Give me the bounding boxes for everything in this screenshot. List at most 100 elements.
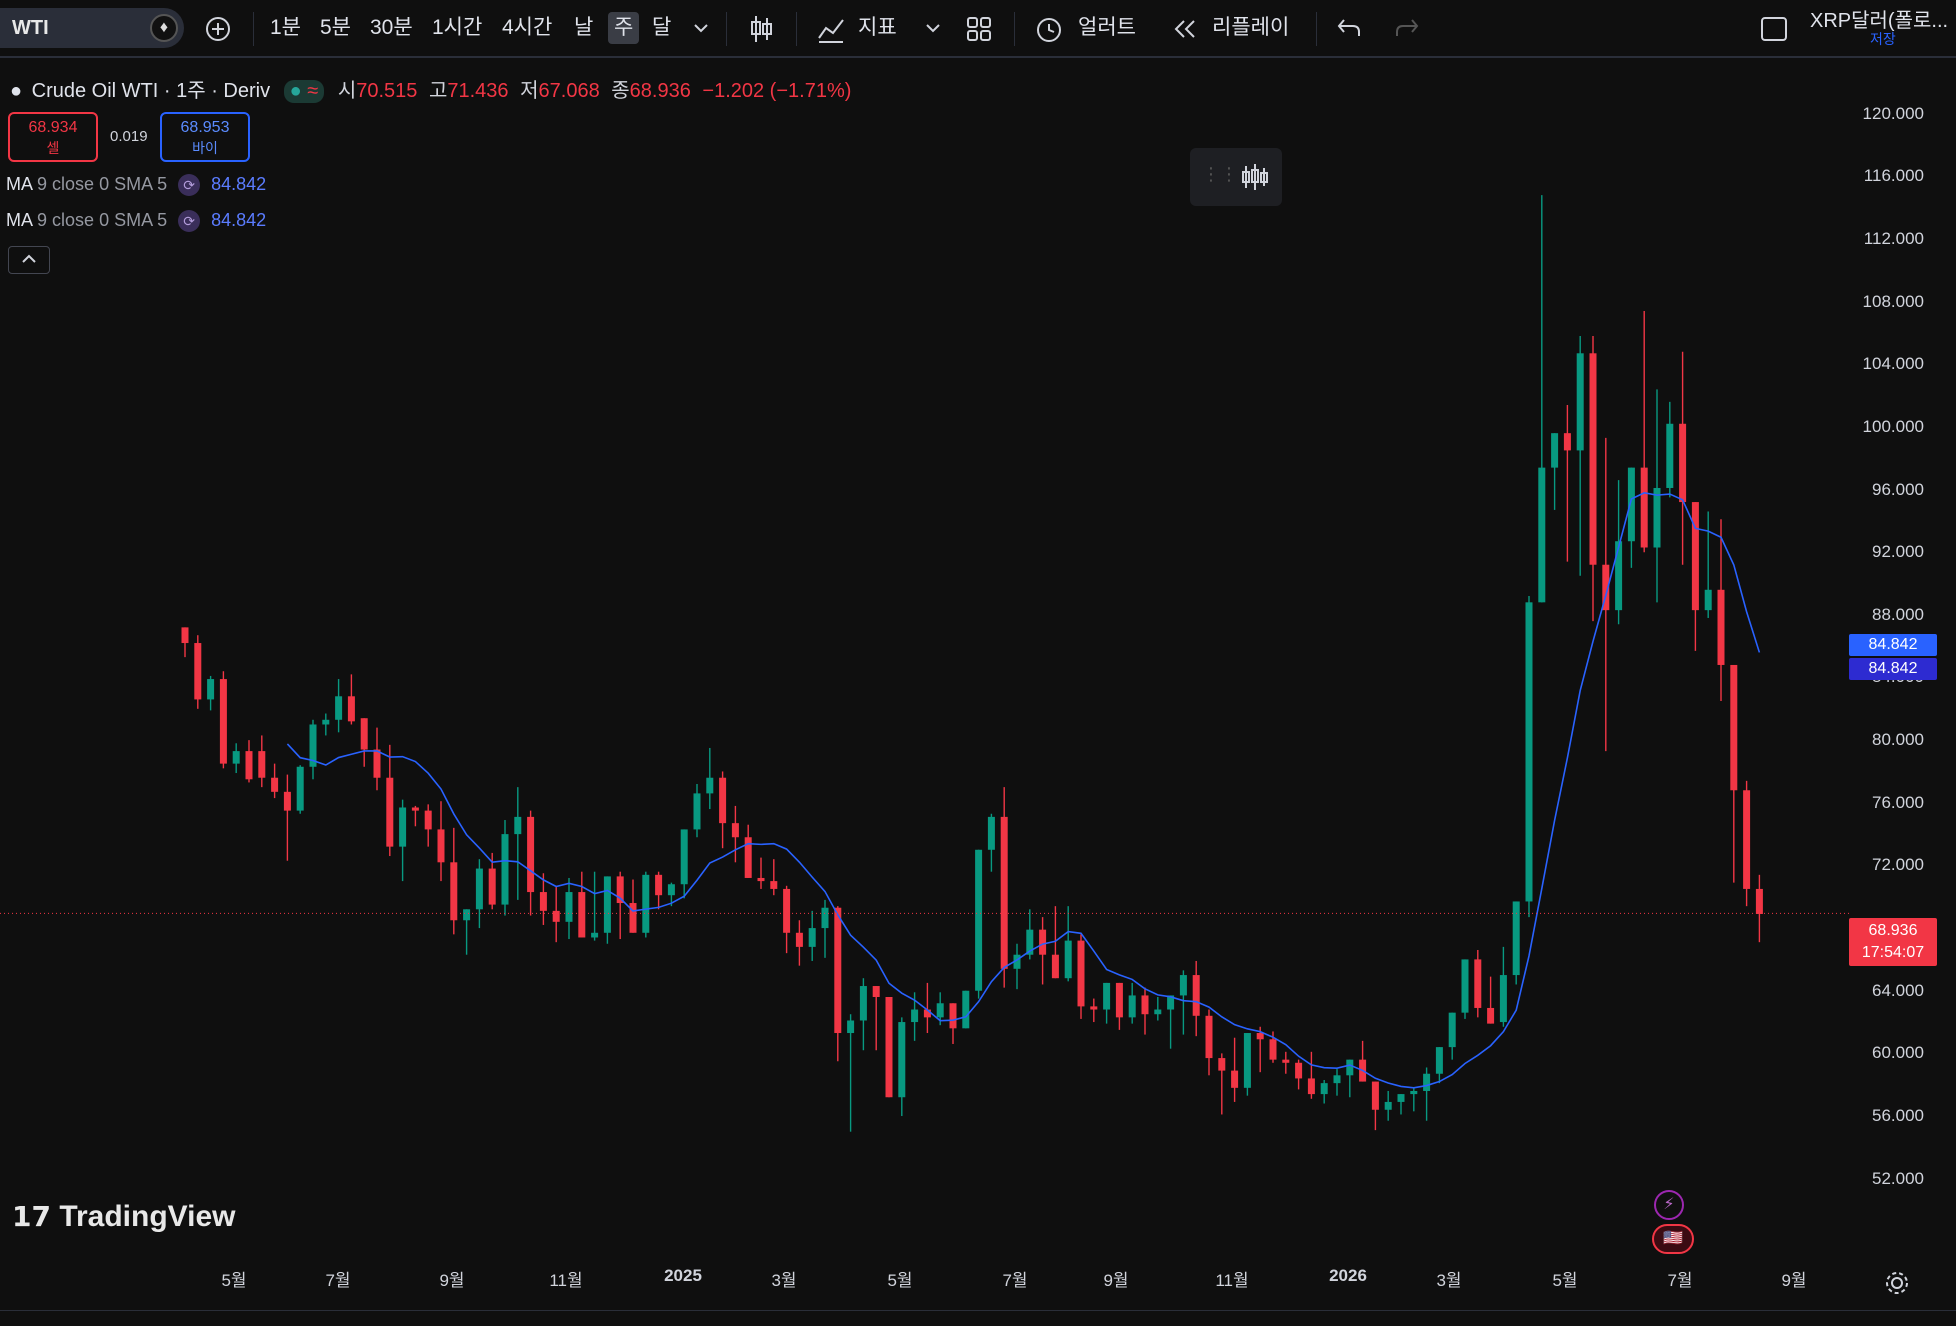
price-chart[interactable] [0,60,1956,1326]
candle [872,986,880,1051]
candle [1371,1081,1379,1131]
candle [1039,917,1047,985]
sell-price: 68.934 [28,119,78,136]
candle-body [1704,589,1712,611]
interval-5m[interactable]: 5분 [320,12,351,44]
candle-body [757,877,765,882]
time-axis-label: 5월 [221,1271,247,1290]
candlestick-type-icon[interactable] [1240,162,1270,192]
candle-body [1384,1101,1392,1110]
candle [1615,480,1623,625]
interval-30m[interactable]: 30분 [370,12,413,44]
candle [1743,780,1751,907]
candle-body [1000,816,1008,969]
ma-legend-2[interactable]: MA 9 close 0 SMA 5 ⟳ 84.842 [6,210,266,232]
candle-body [1231,1070,1239,1088]
candle [1307,1051,1315,1099]
candle-body [642,874,650,933]
tv-wordmark: TradingView [59,1200,236,1233]
candle-body [770,881,778,889]
undo-icon[interactable] [1336,16,1362,40]
chart-area[interactable]: ● Crude Oil WTI · 1주 · Deriv ● ≈ 시70.515… [0,60,1956,1326]
candle [1410,1087,1418,1112]
interval-1m[interactable]: 1분 [270,12,301,44]
indicators-button[interactable]: 지표 [858,12,897,44]
settings-gear-icon[interactable] [1884,1270,1910,1296]
candle [514,787,522,900]
candle-body [501,834,509,905]
candle [527,810,535,916]
time-axis-label: 9월 [439,1271,465,1290]
candle [1295,1059,1303,1090]
candle-body [667,884,675,896]
interval-1h[interactable]: 1시간 [432,12,482,44]
market-status-icon[interactable]: ● ≈ [283,80,325,103]
candle-body [1397,1094,1405,1102]
alert-clock-icon[interactable] [1034,14,1064,44]
candle-body [475,868,483,910]
price-axis-label: 52.000 [1872,1168,1924,1188]
lightning-event-icon[interactable]: ⚡ [1654,1190,1684,1220]
add-symbol-icon[interactable] [205,16,231,42]
interval-month[interactable]: 달 [652,12,671,44]
replay-icon[interactable] [1172,18,1198,40]
symbol-search[interactable]: WTI ♦ [0,8,184,48]
redo-icon[interactable] [1394,16,1420,40]
candle [283,774,291,861]
candle [1525,596,1533,918]
candle-body [1256,1033,1264,1040]
candle-body [450,862,458,921]
candle-body [1307,1078,1315,1095]
candle-body [552,910,560,922]
interval-day[interactable]: 날 [574,12,593,44]
interval-4h[interactable]: 4시간 [502,12,552,44]
replay-button[interactable]: 리플레이 [1212,12,1289,44]
sell-button[interactable]: 68.934 셀 [8,112,98,162]
buy-button[interactable]: 68.953 바이 [160,112,250,162]
candle [1423,1067,1431,1121]
indicators-icon[interactable] [816,14,846,44]
symbol-title[interactable]: Crude Oil WTI · 1주 · Deriv [32,80,270,102]
candle [437,801,445,882]
ma-legend-1[interactable]: MA 9 close 0 SMA 5 ⟳ 84.842 [6,174,266,196]
save-button[interactable]: 저장 [1870,30,1896,62]
interval-week[interactable]: 주 [608,12,640,44]
candle-body [693,793,701,830]
chevron-down-icon[interactable] [692,22,710,36]
candle-body [1589,353,1597,565]
top-toolbar: WTI ♦ 1분 5분 30분 1시간 4시간 날 주 달 지표 얼러트 리플레… [0,0,1956,58]
candle [962,990,970,1029]
candlestick-type-icon[interactable] [748,14,774,44]
candle [616,871,624,940]
candle-body [1538,467,1546,603]
us-flag-event-icon[interactable]: 🇺🇸 [1652,1224,1694,1254]
time-axis-label: 7월 [1002,1271,1028,1290]
candle [1256,1026,1264,1073]
refresh-icon[interactable]: ⟳ [178,174,201,196]
candle [1000,787,1008,988]
candle-body [1487,1007,1495,1024]
drag-handle-icon[interactable]: ⋮⋮ [1202,164,1238,185]
candle-body [245,751,253,780]
symbol-badge-icon[interactable]: ♦ [150,14,178,42]
candle-body [1090,1006,1098,1010]
candle-body [386,777,394,847]
floating-chart-toolbar[interactable]: ⋮⋮ [1190,148,1282,206]
candle-body [1717,589,1725,665]
candle-body [271,777,279,792]
candle-body [1141,995,1149,1015]
candle [706,747,714,810]
alert-button[interactable]: 얼러트 [1078,12,1136,44]
spread-value: 0.019 [110,128,148,145]
time-axis-label: 2025 [664,1266,702,1285]
fullscreen-checkbox-icon[interactable] [1760,16,1788,42]
refresh-icon[interactable]: ⟳ [178,210,201,232]
chevron-down-icon[interactable] [924,22,942,36]
time-axis-label: 3월 [1436,1271,1462,1290]
collapse-legend-button[interactable] [8,246,50,274]
candle-body [194,643,202,700]
candle-body [1333,1075,1341,1084]
layout-grid-icon[interactable] [966,16,992,42]
bottom-bar [0,1310,1956,1326]
candle-body [936,1003,944,1018]
